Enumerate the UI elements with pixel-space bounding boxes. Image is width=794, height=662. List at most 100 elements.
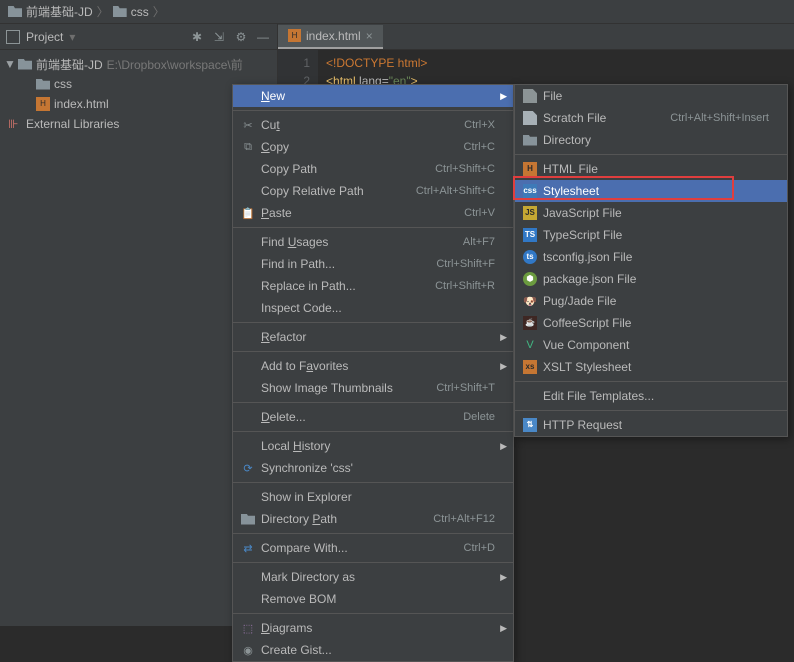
menu-new-http-request[interactable]: ⇅HTTP Request: [515, 414, 787, 436]
separator: [233, 533, 513, 534]
separator: [233, 351, 513, 352]
menu-new-coffeescript[interactable]: ☕CoffeeScript File: [515, 312, 787, 334]
hide-icon[interactable]: —: [255, 29, 271, 45]
chevron-right-icon: ▶: [500, 91, 507, 102]
vue-icon: V: [521, 339, 539, 351]
tree-path: E:\Dropbox\workspace\前: [107, 56, 243, 73]
breadcrumb-sub[interactable]: css: [131, 5, 149, 19]
menu-new-directory[interactable]: Directory: [515, 129, 787, 151]
menu-replace-in-path[interactable]: Replace in Path...Ctrl+Shift+R: [233, 275, 513, 297]
copy-icon: ⧉: [239, 141, 257, 154]
menu-new-xslt[interactable]: xsXSLT Stylesheet: [515, 356, 787, 378]
css-file-icon: css: [521, 184, 539, 198]
coffeescript-icon: ☕: [521, 316, 539, 330]
separator: [515, 381, 787, 382]
chevron-right-icon: ▶: [500, 441, 507, 452]
breadcrumb: 前端基础-JD 〉 css 〉: [0, 0, 794, 24]
menu-copy[interactable]: ⧉CopyCtrl+C: [233, 136, 513, 158]
menu-diagrams[interactable]: ⬚Diagrams▶: [233, 617, 513, 639]
github-icon: ◉: [239, 644, 257, 657]
menu-copy-path[interactable]: Copy PathCtrl+Shift+C: [233, 158, 513, 180]
menu-find-in-path[interactable]: Find in Path...Ctrl+Shift+F: [233, 253, 513, 275]
separator: [233, 110, 513, 111]
menu-new-stylesheet[interactable]: cssStylesheet: [515, 180, 787, 202]
close-icon[interactable]: ×: [366, 29, 373, 43]
tree-label: External Libraries: [26, 117, 119, 131]
collapse-icon[interactable]: ⇲: [211, 29, 227, 45]
chevron-right-icon: ▶: [500, 572, 507, 583]
http-icon: ⇅: [521, 418, 539, 432]
context-menu: New▶ ✂CutCtrl+X ⧉CopyCtrl+C Copy PathCtr…: [232, 84, 514, 662]
menu-new-file[interactable]: File: [515, 85, 787, 107]
menu-cut[interactable]: ✂CutCtrl+X: [233, 114, 513, 136]
chevron-right-icon: ▶: [500, 361, 507, 372]
menu-remove-bom[interactable]: Remove BOM: [233, 588, 513, 610]
menu-synchronize[interactable]: ⟳Synchronize 'css': [233, 457, 513, 479]
separator: [233, 562, 513, 563]
gear-icon[interactable]: ⚙: [233, 29, 249, 45]
menu-inspect-code[interactable]: Inspect Code...: [233, 297, 513, 319]
folder-icon: [36, 79, 50, 90]
breadcrumb-root[interactable]: 前端基础-JD: [26, 3, 93, 20]
menu-delete[interactable]: Delete...Delete: [233, 406, 513, 428]
menu-new-javascript-file[interactable]: JSJavaScript File: [515, 202, 787, 224]
menu-show-in-explorer[interactable]: Show in Explorer: [233, 486, 513, 508]
tsconfig-icon: ts: [521, 250, 539, 264]
tree-label: 前端基础-JD: [36, 56, 103, 73]
xslt-icon: xs: [521, 360, 539, 374]
pug-file-icon: 🐶: [521, 295, 539, 308]
menu-new-vue[interactable]: VVue Component: [515, 334, 787, 356]
clipboard-icon: 📋: [239, 207, 257, 220]
menu-show-thumbnails[interactable]: Show Image ThumbnailsCtrl+Shift+T: [233, 377, 513, 399]
menu-new[interactable]: New▶: [233, 85, 513, 107]
project-icon: [6, 30, 20, 44]
folder-icon: [521, 135, 539, 146]
compare-icon: ⇄: [239, 542, 257, 555]
menu-directory-path[interactable]: Directory PathCtrl+Alt+F12: [233, 508, 513, 530]
chevron-down-icon[interactable]: ▾: [69, 30, 75, 44]
tab-index-html[interactable]: H index.html ×: [278, 25, 383, 49]
folder-icon: [113, 6, 127, 17]
separator: [233, 613, 513, 614]
editor-tabs: H index.html ×: [278, 24, 794, 50]
toolwindow-title[interactable]: Project: [26, 30, 63, 44]
menu-copy-relative-path[interactable]: Copy Relative PathCtrl+Alt+Shift+C: [233, 180, 513, 202]
tree-project-root[interactable]: ▼ 前端基础-JD E:\Dropbox\workspace\前: [0, 54, 277, 74]
menu-new-tsconfig[interactable]: tstsconfig.json File: [515, 246, 787, 268]
menu-mark-directory-as[interactable]: Mark Directory as▶: [233, 566, 513, 588]
locate-icon[interactable]: ✱: [189, 29, 205, 45]
menu-refactor[interactable]: Refactor▶: [233, 326, 513, 348]
tree-label: index.html: [54, 97, 109, 111]
menu-new-package-json[interactable]: ⬢package.json File: [515, 268, 787, 290]
toolwindow-header: Project ▾ ✱ ⇲ ⚙ —: [0, 24, 277, 50]
menu-new-typescript-file[interactable]: TSTypeScript File: [515, 224, 787, 246]
menu-local-history[interactable]: Local History▶: [233, 435, 513, 457]
separator: [233, 322, 513, 323]
separator: [233, 402, 513, 403]
js-file-icon: JS: [521, 206, 539, 220]
menu-compare-with[interactable]: ⇄Compare With...Ctrl+D: [233, 537, 513, 559]
menu-edit-templates[interactable]: Edit File Templates...: [515, 385, 787, 407]
menu-new-scratch[interactable]: Scratch FileCtrl+Alt+Shift+Insert: [515, 107, 787, 129]
menu-new-html-file[interactable]: HHTML File: [515, 158, 787, 180]
menu-create-gist[interactable]: ◉Create Gist...: [233, 639, 513, 661]
html-file-icon: H: [521, 162, 539, 176]
package-json-icon: ⬢: [521, 272, 539, 286]
menu-find-usages[interactable]: Find UsagesAlt+F7: [233, 231, 513, 253]
chevron-right-icon: 〉: [97, 3, 109, 20]
chevron-down-icon[interactable]: ▼: [4, 57, 14, 71]
scissors-icon: ✂: [239, 119, 257, 132]
separator: [515, 410, 787, 411]
menu-new-pug[interactable]: 🐶Pug/Jade File: [515, 290, 787, 312]
ts-file-icon: TS: [521, 228, 539, 242]
sync-icon: ⟳: [239, 462, 257, 475]
folder-icon: [18, 59, 32, 70]
diagram-icon: ⬚: [239, 622, 257, 635]
menu-add-favorites[interactable]: Add to Favorites▶: [233, 355, 513, 377]
separator: [233, 431, 513, 432]
menu-paste[interactable]: 📋PasteCtrl+V: [233, 202, 513, 224]
new-submenu: File Scratch FileCtrl+Alt+Shift+Insert D…: [514, 84, 788, 437]
html-file-icon: H: [288, 29, 301, 42]
separator: [233, 482, 513, 483]
scratch-file-icon: [521, 111, 539, 125]
